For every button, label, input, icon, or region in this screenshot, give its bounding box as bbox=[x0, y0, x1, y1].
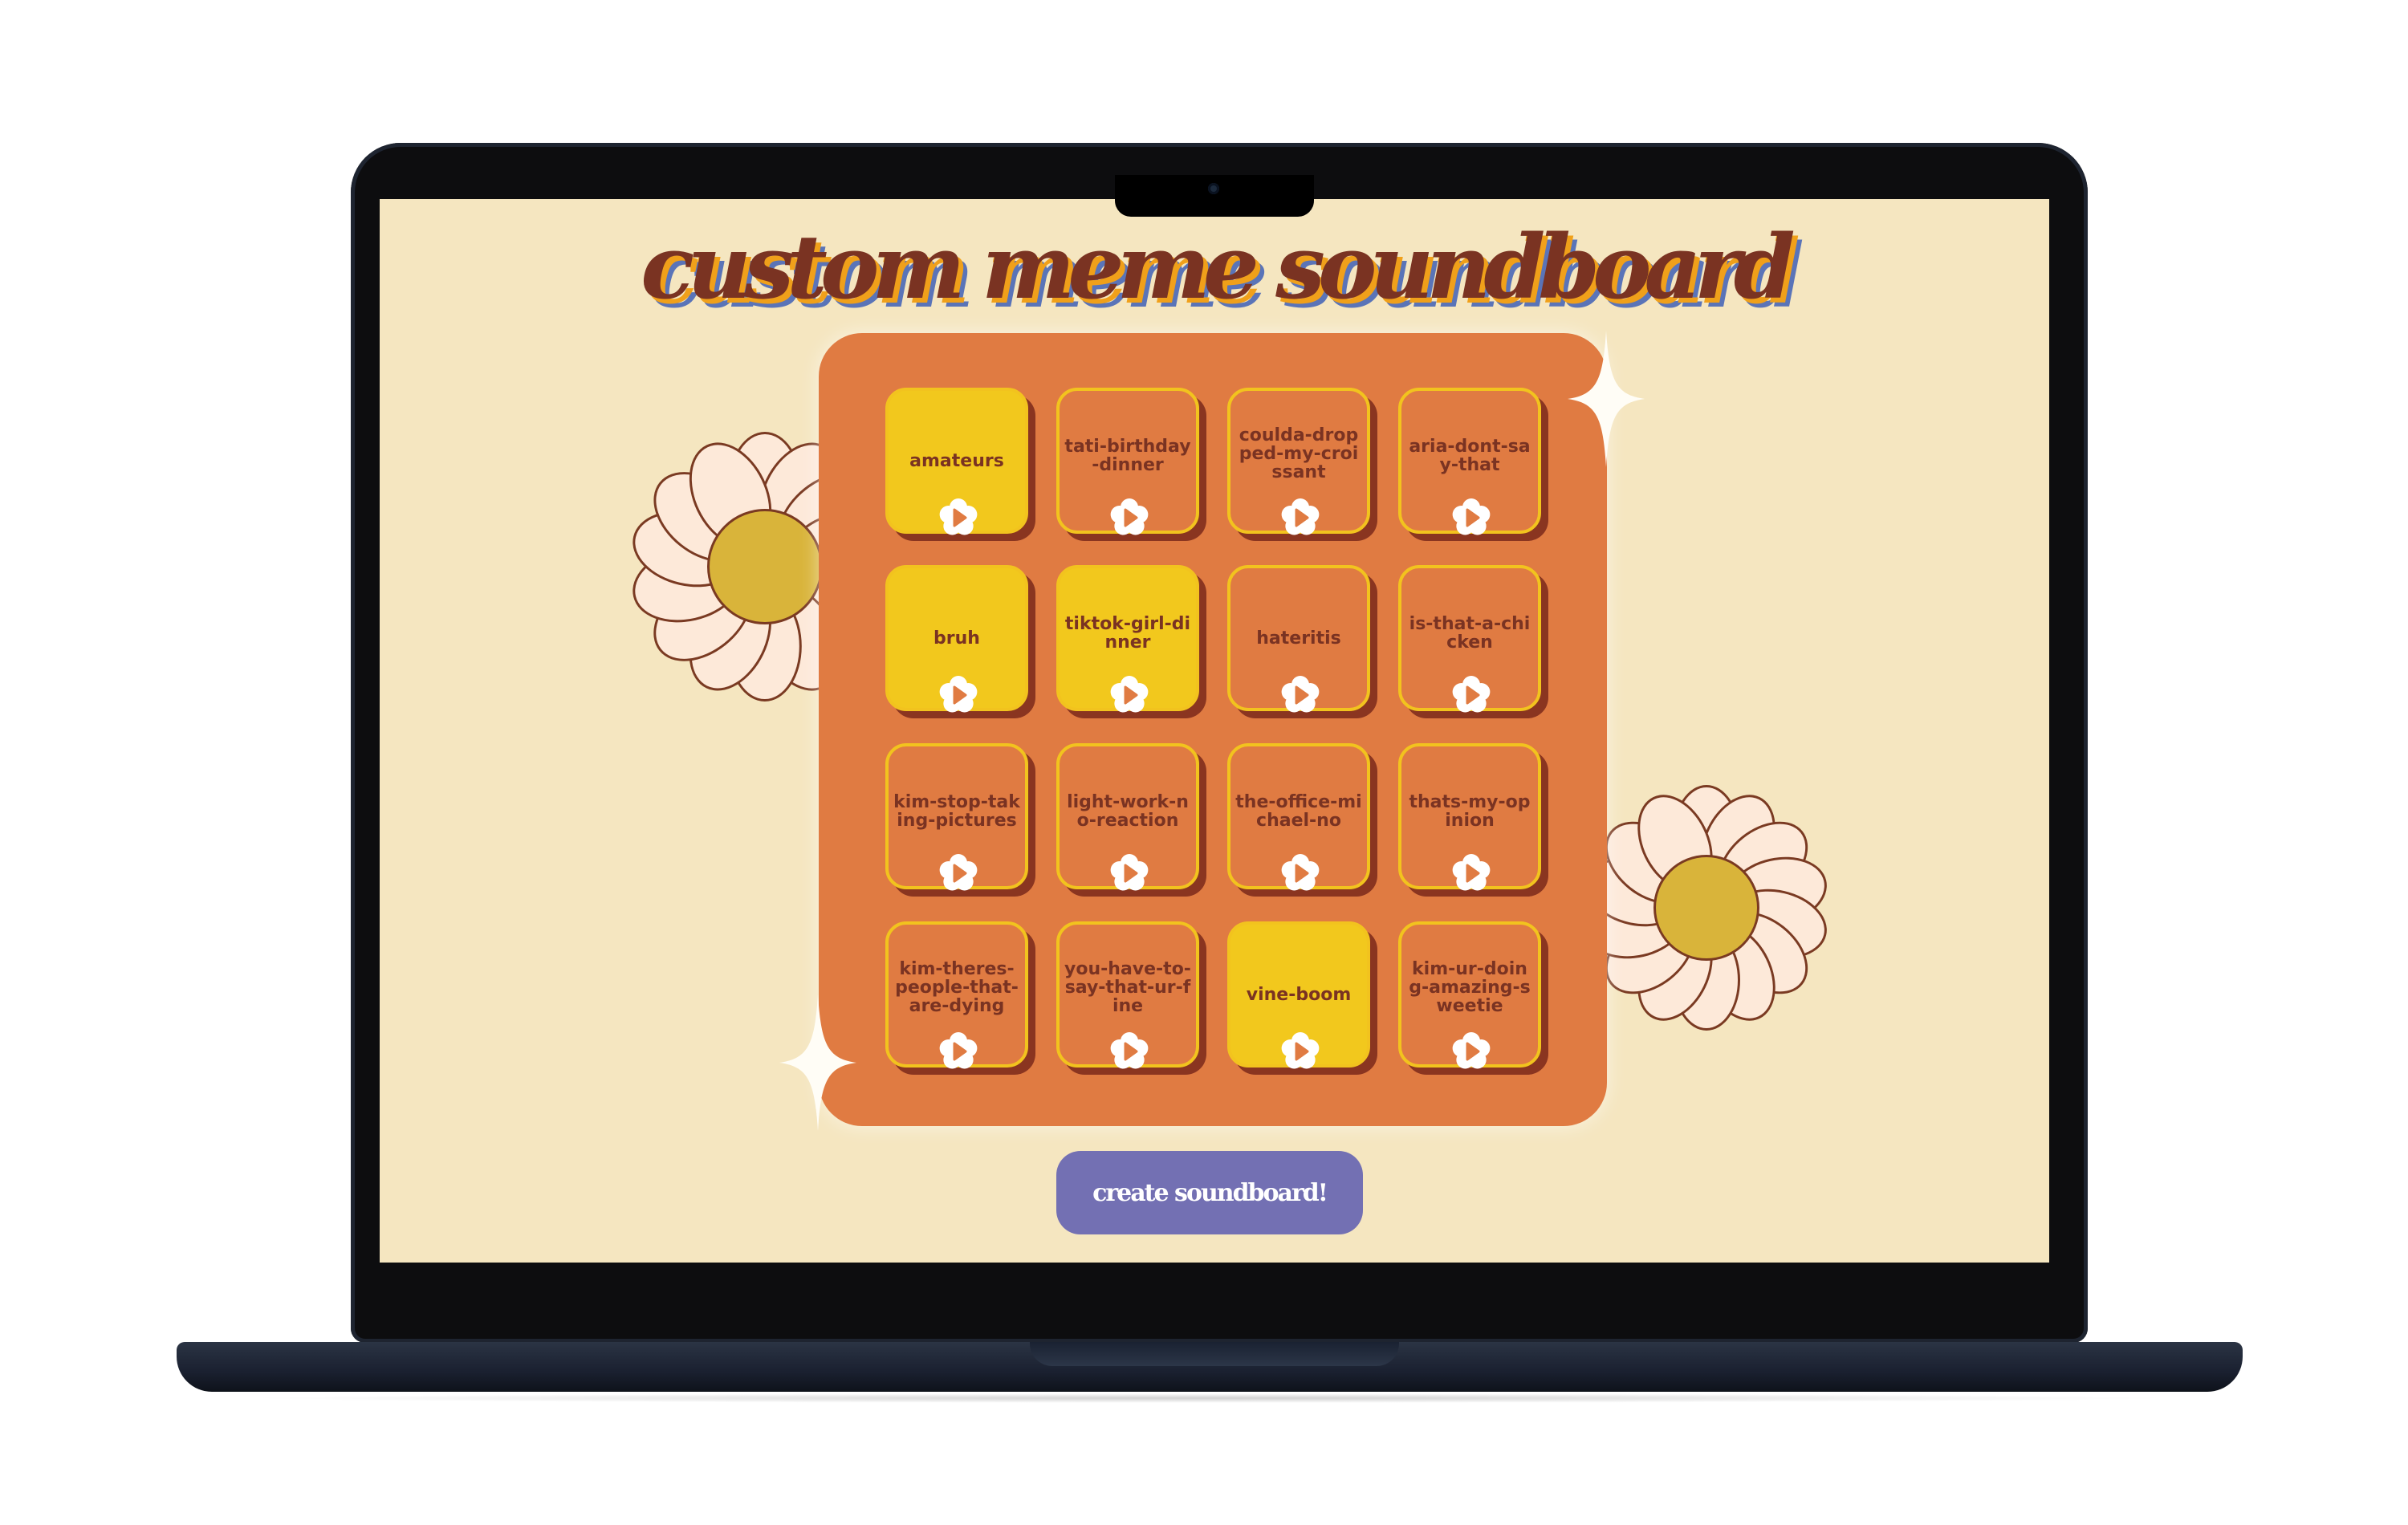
sound-tile-you-have-to-say-that-ur-fine[interactable]: you-have-to-say-that-ur-fine bbox=[1056, 921, 1199, 1069]
flower-play-icon[interactable] bbox=[1449, 495, 1494, 540]
flower-play-icon[interactable] bbox=[936, 851, 981, 896]
tile-label: is-that-a-chicken bbox=[1409, 614, 1531, 653]
sound-tile-light-work-no-reaction[interactable]: light-work-no-reaction bbox=[1056, 743, 1199, 891]
tile-label: kim-ur-doing-amazing-sweetie bbox=[1409, 959, 1531, 1016]
app-screen: custom meme soundboard amateurs tati-bir… bbox=[380, 199, 2049, 1263]
tile-label: coulda-dropped-my-croissant bbox=[1239, 425, 1359, 482]
flower-play-icon[interactable] bbox=[1107, 673, 1152, 718]
laptop-opening-notch bbox=[1030, 1342, 1399, 1366]
sparkle-icon bbox=[779, 994, 856, 1131]
laptop-shadow bbox=[241, 1393, 2178, 1403]
sound-tile-kim-stop-taking-pictures[interactable]: kim-stop-taking-pictures bbox=[885, 743, 1028, 891]
flower-play-icon[interactable] bbox=[1449, 851, 1494, 896]
soundboard-panel: amateurs tati-birthday-dinner coulda-dro… bbox=[819, 333, 1607, 1126]
tile-label: the-office-michael-no bbox=[1235, 792, 1362, 831]
tile-label: bruh bbox=[934, 628, 980, 649]
flower-play-icon[interactable] bbox=[936, 495, 981, 540]
sound-tile-is-that-a-chicken[interactable]: is-that-a-chicken bbox=[1398, 565, 1541, 713]
sound-tile-kim-theres-people-that-are-dying[interactable]: kim-theres-people-that-are-dying bbox=[885, 921, 1028, 1069]
tile-label: light-work-no-reaction bbox=[1067, 792, 1189, 831]
tile-label: vine-boom bbox=[1246, 985, 1352, 1005]
flower-play-icon[interactable] bbox=[1107, 851, 1152, 896]
sound-tile-tati-birthday-dinner[interactable]: tati-birthday-dinner bbox=[1056, 388, 1199, 535]
tile-label: amateurs bbox=[909, 451, 1004, 471]
flower-play-icon[interactable] bbox=[1449, 1029, 1494, 1074]
create-soundboard-button[interactable]: create soundboard! bbox=[1056, 1151, 1363, 1234]
flower-play-icon[interactable] bbox=[936, 673, 981, 718]
sound-tile-amateurs[interactable]: amateurs bbox=[885, 388, 1028, 535]
sound-tile-hateritis[interactable]: hateritis bbox=[1227, 565, 1370, 713]
tile-label: hateritis bbox=[1256, 628, 1341, 649]
sound-tile-kim-ur-doing-amazing-sweetie[interactable]: kim-ur-doing-amazing-sweetie bbox=[1398, 921, 1541, 1069]
sound-tile-aria-dont-say-that[interactable]: aria-dont-say-that bbox=[1398, 388, 1541, 535]
sound-tile-the-office-michael-no[interactable]: the-office-michael-no bbox=[1227, 743, 1370, 891]
tile-label: aria-dont-say-that bbox=[1409, 437, 1531, 475]
webcam-icon bbox=[1208, 183, 1219, 194]
flower-play-icon[interactable] bbox=[1107, 495, 1152, 540]
tile-label: tati-birthday-dinner bbox=[1064, 437, 1191, 475]
flower-play-icon[interactable] bbox=[1278, 495, 1323, 540]
flower-center bbox=[1653, 855, 1759, 961]
flower-play-icon[interactable] bbox=[1278, 673, 1323, 718]
page-title: custom meme soundboard bbox=[641, 215, 1795, 319]
sound-tile-thats-my-opinion[interactable]: thats-my-opinion bbox=[1398, 743, 1541, 891]
flower-play-icon[interactable] bbox=[1107, 1029, 1152, 1074]
flower-play-icon[interactable] bbox=[1449, 673, 1494, 718]
flower-play-icon[interactable] bbox=[1278, 1029, 1323, 1074]
sound-tile-vine-boom[interactable]: vine-boom bbox=[1227, 921, 1370, 1069]
sound-tile-bruh[interactable]: bruh bbox=[885, 565, 1028, 713]
camera-notch bbox=[1115, 175, 1314, 217]
daisy-flower-right bbox=[1579, 782, 1834, 1034]
tile-label: you-have-to-say-that-ur-fine bbox=[1064, 959, 1191, 1016]
flower-play-icon[interactable] bbox=[1278, 851, 1323, 896]
flower-play-icon[interactable] bbox=[936, 1029, 981, 1074]
sound-tile-coulda-dropped-my-croissant[interactable]: coulda-dropped-my-croissant bbox=[1227, 388, 1370, 535]
sound-tile-tiktok-girl-dinner[interactable]: tiktok-girl-dinner bbox=[1056, 565, 1199, 713]
flower-center bbox=[706, 508, 824, 625]
tile-label: kim-stop-taking-pictures bbox=[893, 792, 1020, 831]
tile-label: thats-my-opinion bbox=[1409, 792, 1531, 831]
tile-label: kim-theres-people-that-are-dying bbox=[895, 959, 1019, 1016]
sparkle-icon bbox=[1568, 331, 1645, 467]
tile-label: tiktok-girl-dinner bbox=[1064, 614, 1191, 653]
